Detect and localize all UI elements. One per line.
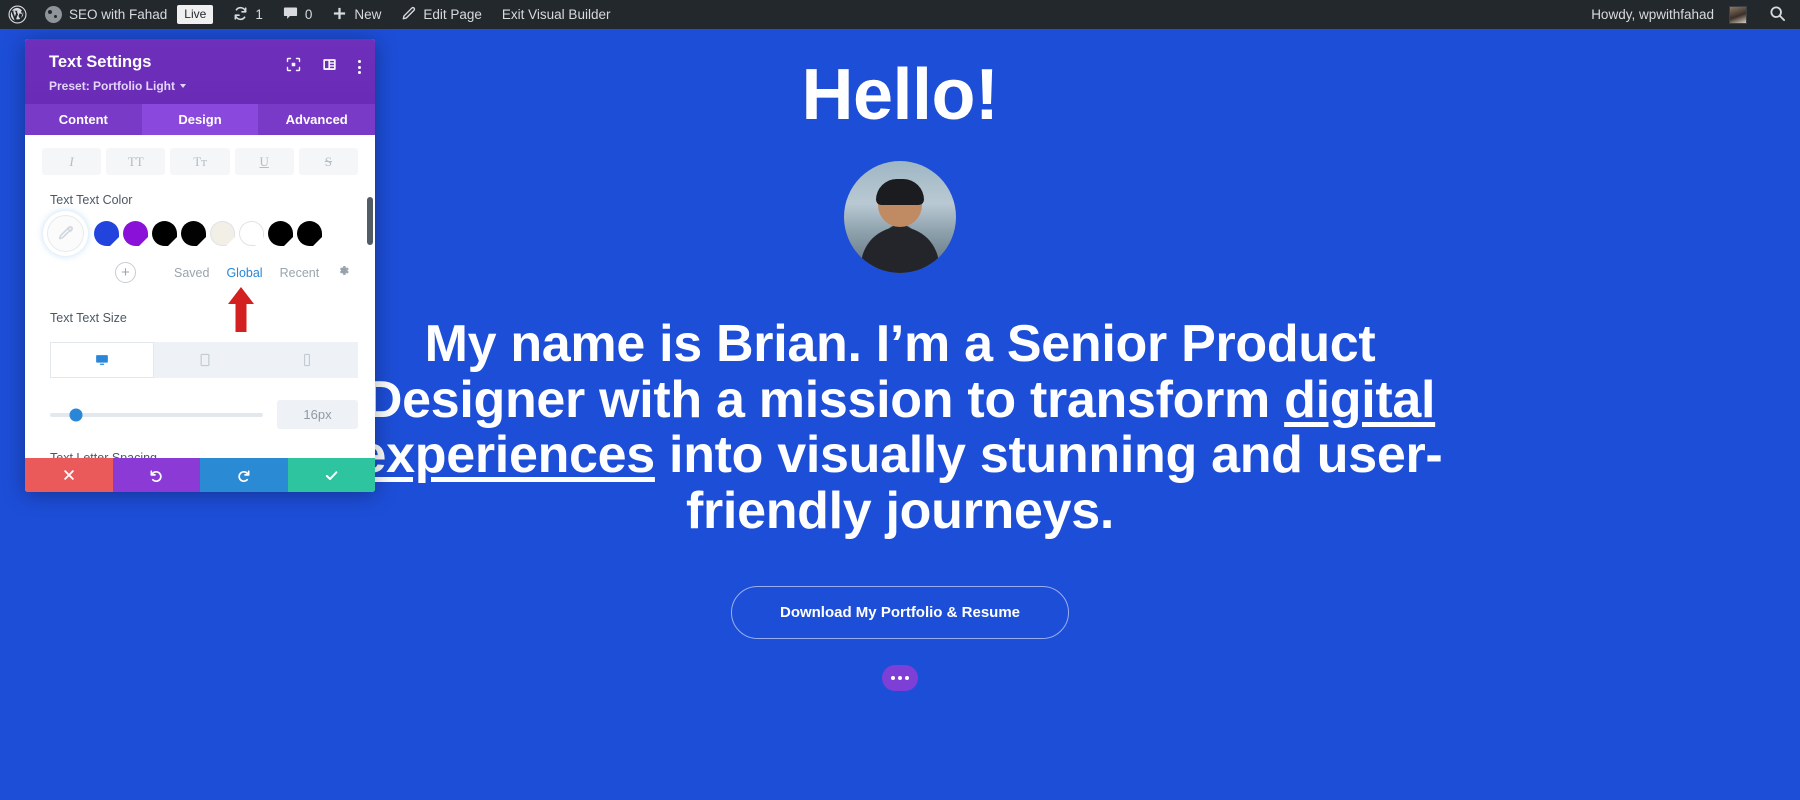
modal-scrollbar[interactable] [367, 197, 373, 245]
dot-1 [891, 675, 895, 680]
my-account-menu[interactable]: Howdy, wpwithfahad [1581, 0, 1757, 29]
dot-2 [898, 675, 902, 680]
admin-bar-right: Howdy, wpwithfahad [1581, 0, 1800, 29]
chevron-down-icon [180, 83, 186, 88]
plus-icon [332, 6, 347, 24]
text-size-slider-row: 16px [25, 400, 375, 429]
eyedropper-icon[interactable] [47, 215, 84, 252]
redo-button[interactable] [200, 458, 288, 492]
swatch-black-1[interactable] [152, 221, 177, 246]
comments-menu[interactable]: 0 [273, 0, 323, 29]
letter-spacing-label: Text Letter Spacing [50, 451, 158, 458]
greeting-heading: Hello! [801, 55, 999, 135]
color-swatch-row [25, 215, 375, 252]
gear-icon[interactable] [337, 264, 350, 282]
comments-count: 0 [304, 7, 313, 22]
modal-tabs: Content Design Advanced [25, 104, 375, 135]
phone-icon[interactable] [256, 342, 358, 378]
comments-icon [283, 6, 298, 24]
dot-2 [358, 65, 361, 69]
site-name-label: SEO with Fahad [69, 7, 168, 22]
profile-photo [844, 161, 956, 273]
undo-button[interactable] [112, 458, 200, 492]
modal-footer [25, 458, 375, 492]
new-content-label: New [354, 7, 382, 22]
headline-part-2: into visually stunning and user-friendly… [654, 426, 1443, 540]
dot-1 [358, 60, 361, 63]
settings-scroll-area: I TT Tᴛ U S Text Text Color + Saved Glob… [25, 135, 375, 458]
swatch-black-2[interactable] [181, 221, 206, 246]
search-icon [1769, 5, 1786, 25]
edit-page-link[interactable]: Edit Page [391, 0, 492, 29]
exit-visual-builder-label: Exit Visual Builder [501, 7, 611, 22]
save-button[interactable] [287, 458, 375, 492]
live-badge: Live [177, 4, 214, 25]
more-options-dots[interactable] [882, 664, 918, 691]
wordpress-logo-icon [8, 5, 27, 24]
site-name-menu[interactable]: SEO with Fahad [35, 0, 177, 29]
color-source-tabs: Saved Global Recent [174, 266, 319, 280]
small-caps-button[interactable]: Tᴛ [170, 148, 230, 175]
color-source-row: + Saved Global Recent [25, 252, 375, 283]
text-size-label: Text Text Size [50, 311, 127, 325]
howdy-label: Howdy, wpwithfahad [1591, 7, 1714, 22]
wp-admin-bar: SEO with Fahad Live 1 0 New Edit Page Ex… [0, 0, 1800, 29]
updates-icon [233, 6, 248, 24]
live-status: Live [177, 0, 223, 29]
headline-part-1: My name is Brian. I’m a Senior Product D… [364, 315, 1376, 429]
uppercase-button[interactable]: TT [106, 148, 166, 175]
download-portfolio-button[interactable]: Download My Portfolio & Resume [730, 585, 1069, 639]
focus-target-icon[interactable] [286, 57, 301, 77]
add-color-button[interactable]: + [115, 262, 136, 283]
italic-button[interactable]: I [42, 148, 102, 175]
more-options-icon[interactable] [358, 60, 361, 74]
headline-text: My name is Brian. I’m a Senior Product D… [320, 315, 1480, 540]
text-format-toolbar: I TT Tᴛ U S [25, 143, 375, 175]
slider-thumb[interactable] [69, 408, 83, 421]
modal-header-actions [286, 57, 361, 77]
text-size-slider[interactable] [50, 408, 263, 421]
wp-logo-menu[interactable] [0, 0, 35, 29]
desktop-icon[interactable] [50, 342, 154, 378]
dot-3 [358, 71, 361, 74]
swatch-white[interactable] [239, 221, 264, 246]
pencil-icon [401, 6, 416, 24]
swatch-black-3[interactable] [268, 221, 293, 246]
new-content-menu[interactable]: New [322, 0, 391, 29]
updates-menu[interactable]: 1 [223, 0, 273, 29]
tab-content[interactable]: Content [25, 104, 142, 135]
swatch-cream[interactable] [210, 221, 235, 246]
modal-header: Text Settings Preset: Portfolio Light [25, 39, 375, 104]
text-settings-modal[interactable]: Text Settings Preset: Portfolio Light Co… [25, 39, 375, 492]
exit-visual-builder-link[interactable]: Exit Visual Builder [492, 0, 621, 29]
tab-advanced[interactable]: Advanced [258, 104, 375, 135]
tablet-icon[interactable] [154, 342, 256, 378]
text-color-label: Text Text Color [50, 193, 133, 207]
swatch-blue[interactable] [94, 221, 119, 246]
tab-design[interactable]: Design [141, 104, 259, 135]
avatar [1729, 5, 1747, 24]
swatch-black-4[interactable] [297, 221, 322, 246]
swatch-purple[interactable] [123, 221, 148, 246]
underline-button[interactable]: U [234, 148, 294, 175]
color-tab-global[interactable]: Global [226, 266, 262, 280]
layout-panel-icon[interactable] [322, 57, 337, 77]
strikethrough-button[interactable]: S [298, 148, 359, 175]
dot-3 [905, 675, 909, 680]
edit-page-label: Edit Page [423, 7, 482, 22]
admin-bar-search-button[interactable] [1757, 5, 1800, 25]
color-tab-saved[interactable]: Saved [174, 266, 209, 280]
avatar-hair [876, 179, 924, 205]
updates-count: 1 [255, 7, 263, 22]
preset-selector[interactable]: Preset: Portfolio Light [49, 79, 186, 93]
modal-body: I TT Tᴛ U S Text Text Color + Saved Glob… [25, 135, 375, 458]
color-tab-recent[interactable]: Recent [280, 266, 320, 280]
cancel-button[interactable] [25, 458, 113, 492]
site-dashboard-icon [45, 6, 62, 23]
preset-label: Preset: Portfolio Light [49, 78, 175, 93]
text-size-input[interactable]: 16px [277, 400, 358, 429]
device-toggle-row [25, 342, 375, 378]
